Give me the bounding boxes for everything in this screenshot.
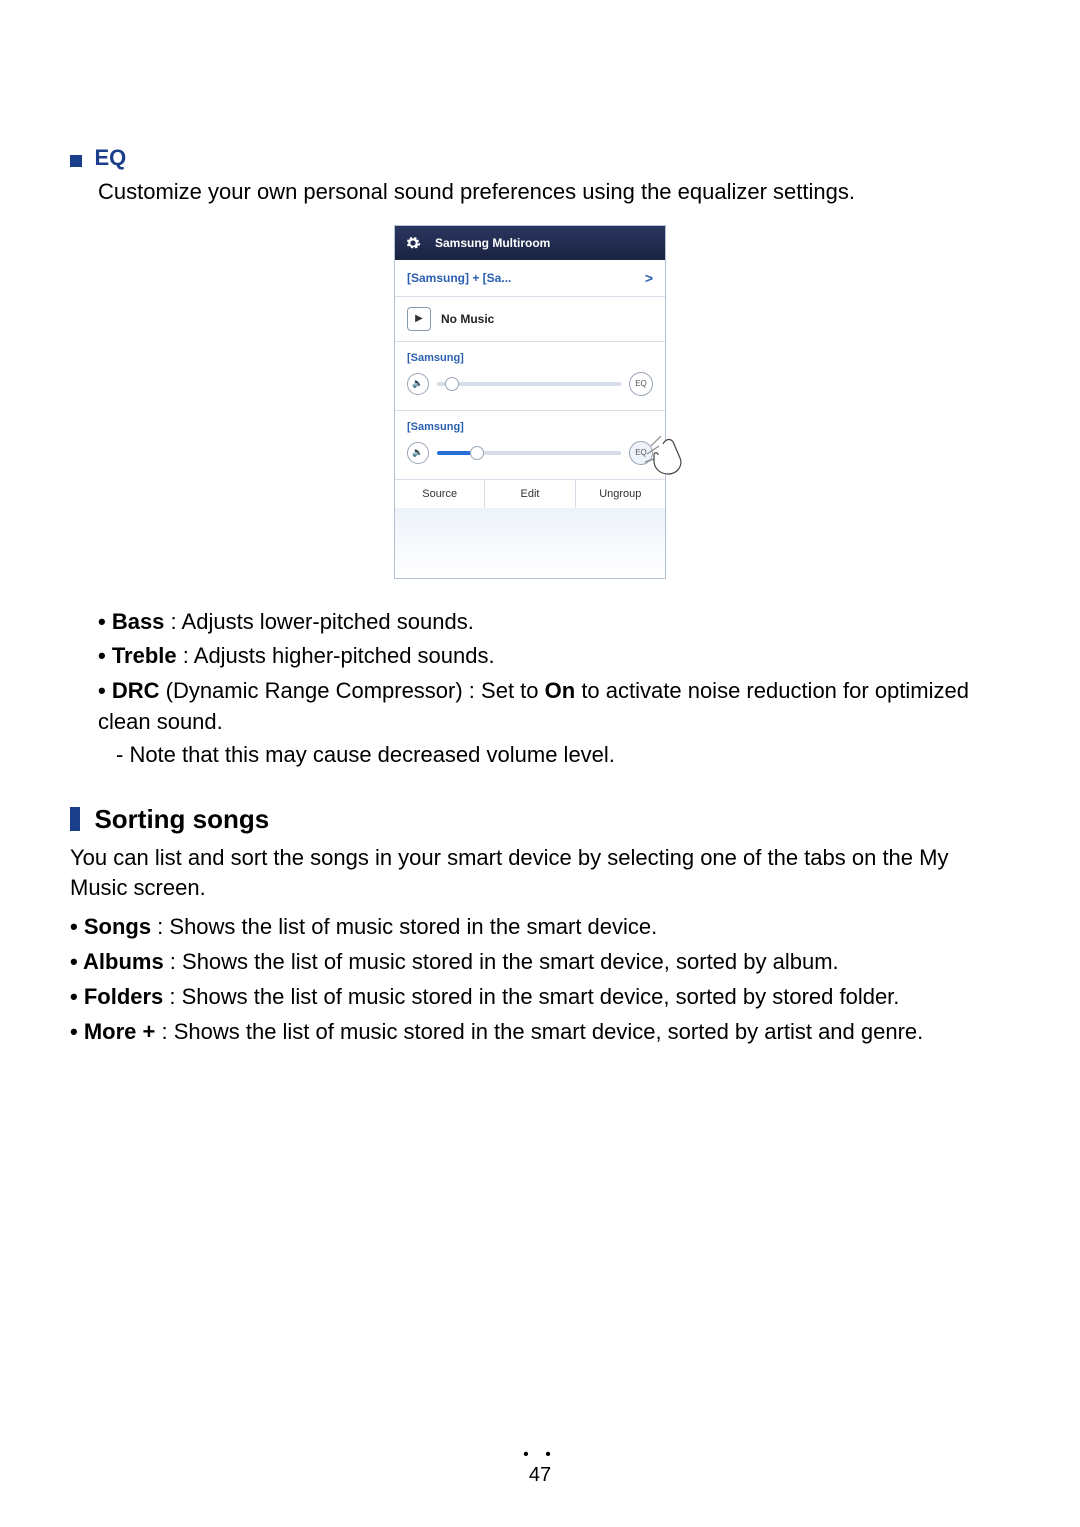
phone-screenshot: Samsung Multiroom [Samsung] + [Sa... > ▶… (70, 225, 990, 579)
edit-button[interactable]: Edit (485, 480, 575, 508)
sorting-bullet-list: Songs : Shows the list of music stored i… (70, 912, 990, 1047)
now-playing[interactable]: ▶ No Music (395, 297, 665, 342)
bullet-bass: Bass : Adjusts lower-pitched sounds. (98, 607, 990, 638)
eq-title: EQ (94, 145, 126, 170)
bullet-drc: DRC (Dynamic Range Compressor) : Set to … (98, 676, 990, 738)
ungroup-button[interactable]: Ungroup (576, 480, 665, 508)
page-footer: • • 47 (0, 1446, 1080, 1487)
speaker-block-2: [Samsung] 🔈 EQ (395, 411, 665, 479)
eq-button[interactable]: EQ (629, 372, 653, 396)
bullet-songs: Songs : Shows the list of music stored i… (70, 912, 990, 943)
bullet-folders: Folders : Shows the list of music stored… (70, 982, 990, 1013)
eq-bullet-list: Bass : Adjusts lower-pitched sounds. Tre… (98, 607, 990, 738)
room-selector[interactable]: [Samsung] + [Sa... > (395, 260, 665, 297)
sorting-heading: Sorting songs (70, 804, 990, 835)
speaker-name: [Samsung] (407, 352, 653, 364)
app-title: Samsung Multiroom (435, 236, 550, 250)
bullet-treble: Treble : Adjusts higher-pitched sounds. (98, 641, 990, 672)
now-playing-label: No Music (441, 312, 494, 326)
bullet-albums: Albums : Shows the list of music stored … (70, 947, 990, 978)
square-bullet-icon (70, 155, 82, 167)
speaker-block-1: [Samsung] 🔈 EQ (395, 342, 665, 411)
sorting-title: Sorting songs (94, 804, 269, 834)
play-icon: ▶ (407, 307, 431, 331)
gear-icon (405, 235, 421, 251)
fill-bullet-icon (70, 807, 80, 831)
drc-note: - Note that this may cause decreased vol… (116, 742, 990, 768)
page-number: 47 (0, 1464, 1080, 1487)
footer-dots-icon: • • (0, 1446, 1080, 1464)
eq-description: Customize your own personal sound prefer… (98, 177, 990, 207)
volume-slider[interactable] (437, 382, 621, 386)
phone-footer (395, 508, 665, 578)
sorting-description: You can list and sort the songs in your … (70, 843, 990, 902)
room-label: [Samsung] + [Sa... (407, 271, 511, 285)
volume-slider[interactable] (437, 451, 621, 455)
speaker-name: [Samsung] (407, 421, 653, 433)
action-buttons: Source Edit Ungroup (395, 479, 665, 508)
tap-finger-icon (641, 426, 697, 482)
bullet-more: More + : Shows the list of music stored … (70, 1017, 990, 1048)
volume-icon[interactable]: 🔈 (407, 442, 429, 464)
volume-icon[interactable]: 🔈 (407, 373, 429, 395)
chevron-right-icon: > (645, 270, 653, 286)
eq-heading: EQ (70, 145, 990, 171)
source-button[interactable]: Source (395, 480, 485, 508)
app-header: Samsung Multiroom (395, 226, 665, 260)
